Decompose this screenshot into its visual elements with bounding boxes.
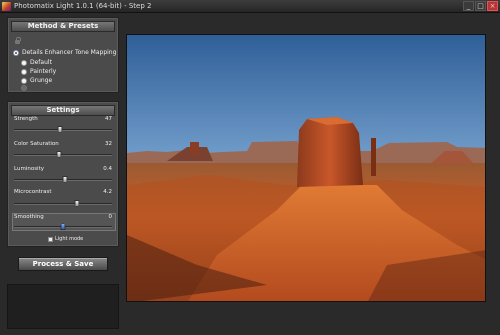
radio-default[interactable] [21,59,27,66]
microcontrast-label: Microcontrast [14,189,52,195]
preset-grunge[interactable]: Grunge [21,77,52,84]
maximize-icon[interactable]: □ [475,1,486,11]
app-icon [2,2,11,11]
method-presets-panel: Method & Presets Details Enhancer Tone M… [7,17,119,93]
strength-label: Strength [14,116,38,122]
color-saturation-value: 32 [105,141,112,147]
window-controls: _ □ × [463,1,498,11]
method-option-label: Details Enhancer Tone Mapping [22,49,117,56]
microcontrast-value: 4.2 [103,189,112,195]
radio-painterly[interactable] [21,68,27,75]
window-title: Photomatix Light 1.0.1 (64-bit) - Step 2 [14,2,152,10]
radio-details-enhancer[interactable] [13,49,19,56]
strength-value: 47 [105,116,112,122]
process-save-button[interactable]: Process & Save [18,257,108,271]
tone-mapped-image [126,34,486,302]
color-saturation-slider-thumb[interactable] [56,151,62,158]
radio-disabled [21,85,27,91]
luminosity-slider-thumb[interactable] [62,176,68,183]
preset-label: Grunge [30,77,53,84]
navigator-preview [7,284,119,329]
luminosity-slider[interactable] [14,176,112,183]
preset-default[interactable]: Default [21,59,52,66]
radio-grunge[interactable] [21,77,27,84]
luminosity-value: 0.4 [103,166,112,172]
preset-label: Painterly [30,68,57,75]
light-mode-option[interactable]: Light mode [48,236,83,242]
lock-icon [15,37,21,44]
smoothing-value: 0 [108,214,113,220]
preset-disabled [21,85,30,91]
strength-slider-thumb[interactable] [57,126,63,133]
luminosity-label: Luminosity [14,166,44,172]
strength-slider[interactable] [14,126,112,133]
method-presets-header: Method & Presets [11,21,115,32]
settings-panel: Settings Strength 47 Color Saturation 32… [7,101,119,247]
method-details-enhancer[interactable]: Details Enhancer Tone Mapping [13,49,116,56]
smoothing-slider[interactable] [14,223,112,230]
smoothing-label: Smoothing [14,214,44,220]
light-mode-checkbox[interactable] [48,236,53,242]
color-saturation-label: Color Saturation [14,141,59,147]
color-saturation-slider[interactable] [14,151,112,158]
microcontrast-slider[interactable] [14,200,112,207]
minimize-icon[interactable]: _ [463,1,474,11]
light-mode-label: Light mode [55,236,84,242]
title-bar: Photomatix Light 1.0.1 (64-bit) - Step 2… [0,0,500,13]
preset-painterly[interactable]: Painterly [21,68,56,75]
landscape-image [127,35,485,301]
settings-header: Settings [11,105,115,116]
microcontrast-slider-thumb[interactable] [74,200,80,207]
preset-label: Default [30,59,52,66]
close-icon[interactable]: × [487,1,498,11]
